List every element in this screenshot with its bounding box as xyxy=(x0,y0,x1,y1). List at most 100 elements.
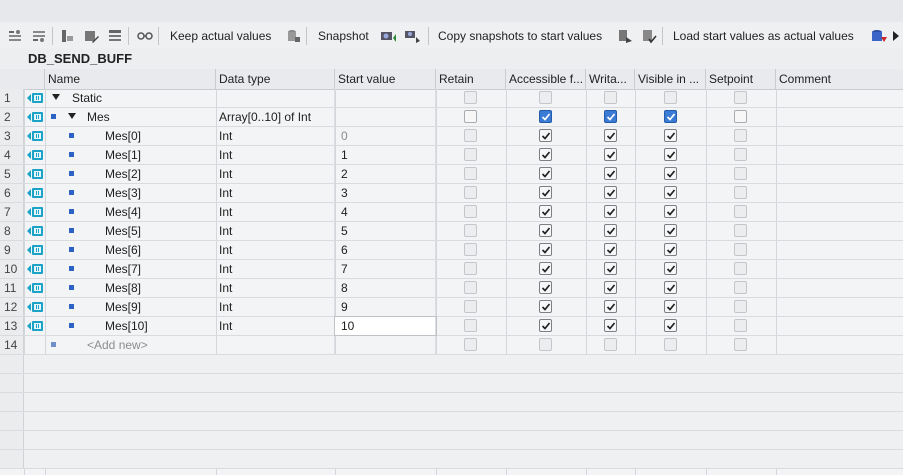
copy-snapshot-icon[interactable] xyxy=(404,27,422,45)
variable-name[interactable]: Mes[5] xyxy=(102,222,216,240)
comment-cell[interactable] xyxy=(776,260,903,278)
comment-cell[interactable] xyxy=(776,146,903,164)
snapshot-button[interactable]: Snapshot xyxy=(318,26,369,46)
load-start-values-button[interactable]: Load start values as actual values xyxy=(673,26,854,46)
visible-checkbox[interactable] xyxy=(664,167,677,180)
writable-checkbox[interactable] xyxy=(604,281,617,294)
wr-checkbox[interactable] xyxy=(604,91,617,104)
load-check-icon[interactable] xyxy=(640,27,658,45)
setpoint-checkbox[interactable] xyxy=(734,300,747,313)
start-value-cell[interactable]: 8 xyxy=(335,279,436,297)
retain-checkbox[interactable] xyxy=(464,129,477,142)
setpoint-checkbox[interactable] xyxy=(734,129,747,142)
data-type-cell[interactable]: Int xyxy=(216,298,335,316)
variable-name[interactable]: Mes[9] xyxy=(102,298,216,316)
start-value-cell[interactable]: 10 xyxy=(334,316,437,336)
accessible-checkbox[interactable] xyxy=(539,262,552,275)
comment-cell[interactable] xyxy=(776,203,903,221)
writable-checkbox[interactable] xyxy=(604,262,617,275)
visible-checkbox[interactable] xyxy=(664,224,677,237)
comment-cell[interactable] xyxy=(776,317,903,335)
retain-checkbox[interactable] xyxy=(464,110,477,123)
acc-checkbox[interactable] xyxy=(539,91,552,104)
load-values-icon[interactable] xyxy=(870,27,888,45)
variable-name[interactable]: Mes[2] xyxy=(102,165,216,183)
collapse-all-icon[interactable] xyxy=(30,27,48,45)
accessible-checkbox[interactable] xyxy=(539,167,552,180)
acc-checkbox[interactable] xyxy=(539,338,552,351)
column-header-retain[interactable]: Retain xyxy=(436,69,506,89)
setpoint-checkbox[interactable] xyxy=(734,262,747,275)
visible-checkbox[interactable] xyxy=(664,205,677,218)
data-type-cell[interactable]: Int xyxy=(216,146,335,164)
keep-actual-values-button[interactable]: Keep actual values xyxy=(170,26,271,46)
retain-checkbox[interactable] xyxy=(464,243,477,256)
data-type-cell[interactable] xyxy=(216,89,335,107)
visible-checkbox[interactable] xyxy=(664,186,677,199)
expand-triangle-icon[interactable] xyxy=(68,113,76,119)
accessible-checkbox[interactable] xyxy=(539,224,552,237)
retain-checkbox[interactable] xyxy=(464,91,477,104)
writable-checkbox[interactable] xyxy=(604,110,617,123)
variable-name[interactable]: Static xyxy=(69,89,216,107)
variable-name[interactable]: Mes[4] xyxy=(102,203,216,221)
expand-all-icon[interactable] xyxy=(6,27,24,45)
data-type-cell[interactable]: Int xyxy=(216,203,335,221)
visible-checkbox[interactable] xyxy=(664,243,677,256)
data-type-cell[interactable]: Int xyxy=(216,165,335,183)
variable-name[interactable]: Mes[10] xyxy=(102,317,216,335)
start-value-cell[interactable] xyxy=(335,108,436,126)
writable-checkbox[interactable] xyxy=(604,243,617,256)
start-value-cell[interactable]: 1 xyxy=(335,146,436,164)
start-value-cell[interactable]: 7 xyxy=(335,260,436,278)
comment-cell[interactable] xyxy=(776,336,903,354)
setpoint-checkbox[interactable] xyxy=(734,186,747,199)
setpoint-checkbox[interactable] xyxy=(734,224,747,237)
accessible-checkbox[interactable] xyxy=(539,205,552,218)
retain-checkbox[interactable] xyxy=(464,281,477,294)
set-checkbox[interactable] xyxy=(734,91,747,104)
start-value-cell[interactable]: 4 xyxy=(335,203,436,221)
start-value-cell[interactable]: 5 xyxy=(335,222,436,240)
list-view-icon[interactable] xyxy=(106,27,124,45)
comment-cell[interactable] xyxy=(776,127,903,145)
accessible-checkbox[interactable] xyxy=(539,281,552,294)
retain-checkbox[interactable] xyxy=(464,205,477,218)
retain-checkbox[interactable] xyxy=(464,300,477,313)
column-header-name[interactable]: Name xyxy=(45,69,216,89)
start-value-cell[interactable]: 9 xyxy=(335,298,436,316)
keep-values-icon[interactable] xyxy=(284,27,302,45)
variable-name[interactable]: Mes[3] xyxy=(102,184,216,202)
comment-cell[interactable] xyxy=(776,241,903,259)
data-type-cell[interactable]: Int xyxy=(216,279,335,297)
visible-checkbox[interactable] xyxy=(664,300,677,313)
setpoint-checkbox[interactable] xyxy=(734,148,747,161)
retain-checkbox[interactable] xyxy=(464,224,477,237)
data-type-cell[interactable]: Int xyxy=(216,222,335,240)
writable-checkbox[interactable] xyxy=(604,167,617,180)
variable-name[interactable]: Mes xyxy=(84,108,216,126)
visible-checkbox[interactable] xyxy=(664,129,677,142)
accessible-checkbox[interactable] xyxy=(539,148,552,161)
visible-checkbox[interactable] xyxy=(664,148,677,161)
data-type-cell[interactable]: Int xyxy=(216,127,335,145)
setpoint-checkbox[interactable] xyxy=(734,281,747,294)
comment-cell[interactable] xyxy=(776,298,903,316)
setpoint-checkbox[interactable] xyxy=(734,319,747,332)
setpoint-checkbox[interactable] xyxy=(734,243,747,256)
accessible-checkbox[interactable] xyxy=(539,186,552,199)
accessible-checkbox[interactable] xyxy=(539,129,552,142)
retain-checkbox[interactable] xyxy=(464,167,477,180)
start-value-cell[interactable]: 6 xyxy=(335,241,436,259)
edit-row-icon[interactable] xyxy=(82,27,100,45)
vis-checkbox[interactable] xyxy=(664,338,677,351)
column-header-comment[interactable]: Comment xyxy=(776,69,903,89)
start-value-cell[interactable]: 0 xyxy=(335,127,436,145)
visible-checkbox[interactable] xyxy=(664,281,677,294)
insert-row-icon[interactable] xyxy=(58,27,76,45)
data-type-cell[interactable]: Array[0..10] of Int xyxy=(216,108,335,126)
copy-start-values-icon[interactable] xyxy=(616,27,634,45)
writable-checkbox[interactable] xyxy=(604,148,617,161)
writable-checkbox[interactable] xyxy=(604,129,617,142)
data-type-cell[interactable] xyxy=(216,336,335,354)
